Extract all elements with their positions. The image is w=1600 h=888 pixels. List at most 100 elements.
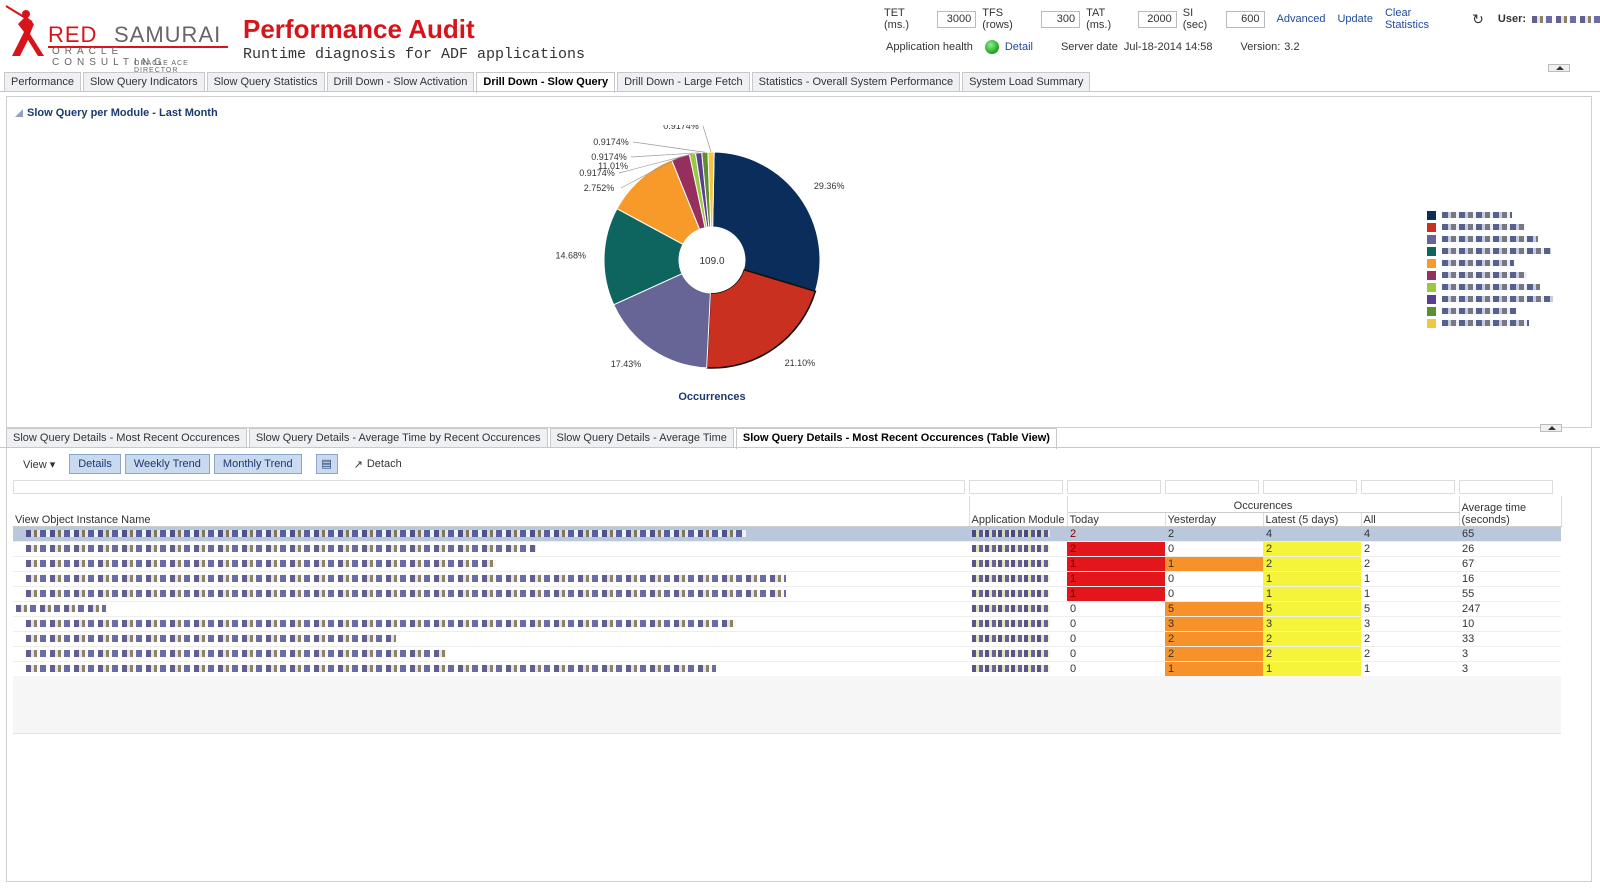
filter-today[interactable] (1067, 480, 1161, 494)
col-header-today[interactable]: Today (1067, 512, 1166, 527)
detach-button[interactable]: ↗ Detach (354, 458, 402, 471)
legend-item[interactable] (1427, 293, 1553, 305)
pie-leader-line (702, 125, 712, 153)
app-subtitle: Runtime diagnosis for ADF applications (243, 46, 586, 63)
param-tfs-input[interactable]: 300 (1041, 10, 1081, 28)
filter-all[interactable] (1361, 480, 1455, 494)
cell-yesterday: 1 (1165, 661, 1263, 677)
legend-item[interactable] (1427, 281, 1553, 293)
health-detail-link[interactable]: Detail (1005, 41, 1033, 53)
cell-all: 4 (1361, 526, 1460, 542)
legend-item[interactable] (1427, 317, 1553, 329)
table-row[interactable]: 1 0 1 1 55 (13, 586, 1562, 602)
legend-item[interactable] (1427, 245, 1553, 257)
cell-today: 0 (1067, 601, 1165, 617)
tab-most-recent-table-view[interactable]: Slow Query Details - Most Recent Occuren… (735, 428, 1057, 449)
status-row: Application health Detail Server date Ju… (886, 40, 1300, 54)
table-row[interactable]: 1 1 2 2 67 (13, 556, 1562, 572)
cell-latest: 3 (1263, 616, 1361, 632)
filter-name[interactable] (13, 480, 965, 494)
cell-latest: 2 (1263, 631, 1361, 647)
legend-item[interactable] (1427, 269, 1553, 281)
tab-drill-down-slow-activation[interactable]: Drill Down - Slow Activation (326, 72, 475, 92)
pie-slice-label: 0.9174% (591, 152, 627, 162)
filter-latest[interactable] (1263, 480, 1357, 494)
cell-avg-time: 65 (1459, 526, 1562, 542)
cell-view-object-name (13, 556, 969, 572)
tab-drill-down-large-fetch[interactable]: Drill Down - Large Fetch (617, 72, 750, 92)
legend-item[interactable] (1427, 221, 1553, 233)
view-menu[interactable]: View ▾ (13, 458, 65, 471)
pie-slice-label: 0.9174% (663, 125, 699, 131)
update-link[interactable]: Update (1337, 13, 1372, 25)
col-header-latest[interactable]: Latest (5 days) (1263, 512, 1362, 527)
tab-performance[interactable]: Performance (4, 72, 81, 92)
table-row[interactable]: 1 0 1 1 16 (13, 571, 1562, 587)
cell-view-object-name (13, 631, 969, 647)
cell-yesterday: 2 (1165, 646, 1263, 662)
legend-item[interactable] (1427, 233, 1553, 245)
table-row[interactable]: 02223 (13, 646, 1562, 662)
table-row[interactable]: 2 2 4 4 65 (13, 526, 1562, 542)
col-header-all[interactable]: All (1361, 512, 1460, 527)
cell-today: 2 (1067, 541, 1165, 557)
cell-all: 2 (1361, 541, 1460, 557)
weekly-trend-button[interactable]: Weekly Trend (124, 454, 210, 474)
cell-latest: 2 (1263, 541, 1361, 557)
table-row[interactable]: 01113 (13, 661, 1562, 677)
cell-view-object-name (13, 541, 969, 557)
redacted-text (972, 545, 1050, 553)
monthly-trend-button[interactable]: Monthly Trend (213, 454, 302, 474)
tab-average-time[interactable]: Slow Query Details - Average Time (549, 428, 734, 448)
tab-overall-system-performance[interactable]: Statistics - Overall System Performance (751, 72, 961, 92)
param-si-input[interactable]: 600 (1225, 10, 1265, 28)
legend-item[interactable] (1427, 257, 1553, 269)
cell-avg-time: 10 (1459, 616, 1562, 632)
param-tet-input[interactable]: 3000 (937, 10, 977, 28)
cell-avg-time: 67 (1459, 556, 1562, 572)
tab-average-time-by-recent[interactable]: Slow Query Details - Average Time by Rec… (248, 428, 548, 448)
advanced-link[interactable]: Advanced (1277, 13, 1326, 25)
table-row[interactable]: 2 0 2 2 26 (13, 541, 1562, 557)
filter-yesterday[interactable] (1165, 480, 1259, 494)
tab-slow-query-indicators[interactable]: Slow Query Indicators (82, 72, 205, 92)
col-header-yesterday[interactable]: Yesterday (1165, 512, 1264, 527)
cell-view-object-name (13, 571, 969, 587)
legend-swatch (1427, 246, 1436, 256)
filter-avg[interactable] (1459, 480, 1553, 494)
col-header-avg[interactable]: Average time (seconds) (1459, 496, 1562, 527)
cell-application-module (969, 571, 1067, 587)
cell-all: 5 (1361, 601, 1460, 617)
param-tat-input[interactable]: 2000 (1137, 10, 1177, 28)
table-row[interactable]: 0 5 5 5 247 (13, 601, 1562, 617)
collapse-header-button[interactable] (1548, 64, 1570, 72)
table-row[interactable]: 0 2 2 2 33 (13, 631, 1562, 647)
cell-all: 2 (1361, 631, 1460, 647)
redacted-text (972, 650, 1050, 658)
query-by-example-icon[interactable]: ▤ (315, 454, 338, 474)
table-row[interactable]: 0 3 3 3 10 (13, 616, 1562, 632)
cell-all: 3 (1361, 616, 1460, 632)
details-button[interactable]: Details (69, 454, 121, 474)
filter-module[interactable] (969, 480, 1063, 494)
col-header-module[interactable]: Application Module (969, 496, 1068, 527)
collapse-chart-button[interactable] (1540, 424, 1562, 432)
cell-today: 1 (1067, 556, 1165, 572)
tab-slow-query-statistics[interactable]: Slow Query Statistics (206, 72, 325, 92)
cell-application-module (969, 541, 1067, 557)
tab-system-load-summary[interactable]: System Load Summary (962, 72, 1091, 92)
legend-item[interactable] (1427, 305, 1553, 317)
tab-drill-down-slow-query[interactable]: Drill Down - Slow Query (476, 72, 616, 93)
tab-most-recent-occurences[interactable]: Slow Query Details - Most Recent Occuren… (6, 428, 247, 448)
collapse-panel-icon[interactable] (15, 109, 23, 117)
cell-application-module (969, 616, 1067, 632)
clear-statistics-link[interactable]: Clear Statistics (1385, 7, 1456, 31)
col-header-name[interactable]: View Object Instance Name (13, 496, 970, 527)
legend-label-redacted (1442, 260, 1514, 266)
col-group-occurences: Occurences (1067, 496, 1460, 513)
legend-item[interactable] (1427, 209, 1553, 221)
redacted-text (972, 605, 1050, 613)
health-label: Application health (886, 41, 973, 53)
refresh-icon[interactable]: ↻ (1472, 11, 1484, 28)
cell-application-module (969, 646, 1067, 662)
